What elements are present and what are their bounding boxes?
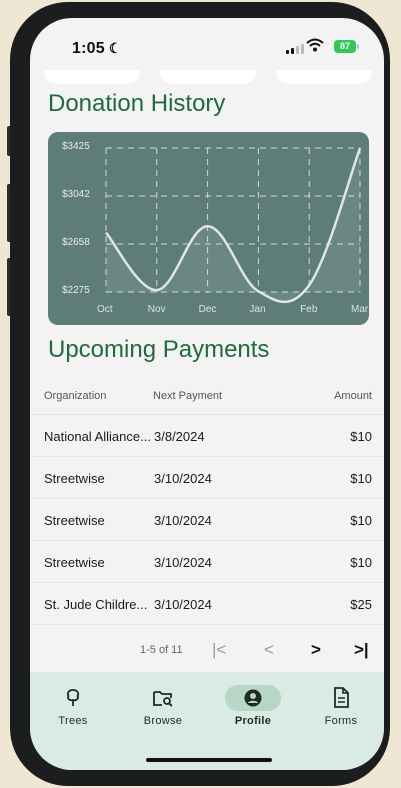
active-indicator [225, 685, 281, 711]
x-tick-label: Mar [351, 304, 369, 315]
battery-level: 87 [339, 41, 350, 51]
summary-cards [30, 70, 384, 88]
nav-browse[interactable]: Browse [128, 684, 198, 727]
status-bar: 1:05 ☾ 87 [30, 18, 384, 74]
y-tick-label: $3042 [62, 189, 90, 200]
cell-amount: $10 [350, 555, 372, 570]
first-page-button[interactable]: |< [212, 640, 226, 660]
column-amount: Amount [334, 390, 372, 402]
cell-date: 3/10/2024 [154, 597, 212, 612]
donation-history-title: Donation History [48, 90, 226, 117]
last-page-button[interactable]: >| [354, 640, 369, 660]
cell-date: 3/10/2024 [154, 555, 212, 570]
cell-amount: $10 [350, 513, 372, 528]
column-next-payment: Next Payment [153, 390, 223, 402]
cell-amount: $25 [350, 597, 372, 612]
nav-label: Forms [324, 715, 358, 727]
cell-date: 3/10/2024 [154, 513, 212, 528]
y-tick-label: $2658 [62, 237, 90, 248]
nav-forms[interactable]: Forms [306, 684, 376, 727]
table-row[interactable]: Streetwise 3/10/2024 $10 [30, 498, 384, 541]
x-tick-label: Feb [300, 304, 318, 315]
home-indicator [146, 758, 272, 762]
nav-label: Browse [143, 715, 183, 727]
tree-icon [66, 689, 80, 706]
column-organization: Organization [44, 390, 107, 402]
summary-card[interactable] [44, 70, 140, 84]
app-screen: 1:05 ☾ 87 Donation History $3425 $3042 $265… [30, 18, 384, 770]
table-row[interactable]: Streetwise 3/10/2024 $10 [30, 456, 384, 499]
chart-plot [105, 147, 362, 304]
x-tick-label: Jan [249, 304, 266, 315]
summary-card[interactable] [160, 70, 256, 84]
donation-history-chart: $3425 $3042 $2658 $2275 Oct Nov Dec Jan Feb Mar [48, 132, 369, 325]
pagination-info: 1-5 of 11 [140, 644, 183, 656]
x-tick-label: Dec [198, 304, 217, 315]
cell-amount: $10 [350, 429, 372, 444]
pagination: 1-5 of 11 |< < > >| [30, 640, 384, 668]
cell-date: 3/8/2024 [154, 429, 205, 444]
previous-page-button[interactable]: < [264, 640, 274, 660]
table-header: Organization Next Payment Amount [30, 378, 384, 415]
y-tick-label: $3425 [62, 141, 90, 152]
next-page-button[interactable]: > [311, 640, 321, 660]
nav-label: Profile [234, 715, 272, 727]
cell-organization: Streetwise [44, 555, 105, 570]
series-area [106, 148, 360, 302]
status-time: 1:05 ☾ [72, 40, 122, 57]
summary-card[interactable] [276, 70, 372, 84]
cell-organization: Streetwise [44, 513, 105, 528]
browse-icon [153, 691, 173, 707]
bottom-nav: Trees Browse Profile Forms [30, 672, 384, 770]
cell-amount: $10 [350, 471, 372, 486]
cell-organization: National Alliance... [44, 429, 151, 444]
signal-icon [286, 44, 304, 54]
moon-icon: ☾ [108, 40, 122, 56]
x-tick-label: Nov [147, 304, 166, 315]
cell-organization: Streetwise [44, 471, 105, 486]
battery-icon: 87 [334, 40, 359, 53]
upcoming-payments-title: Upcoming Payments [48, 336, 270, 363]
x-tick-label: Oct [97, 304, 113, 315]
wifi-icon [306, 38, 324, 52]
y-tick-label: $2275 [62, 285, 90, 296]
table-row[interactable]: National Alliance... 3/8/2024 $10 [30, 414, 384, 457]
forms-icon [334, 687, 349, 708]
cell-date: 3/10/2024 [154, 471, 212, 486]
nav-profile[interactable]: Profile [218, 684, 288, 727]
table-row[interactable]: Streetwise 3/10/2024 $10 [30, 540, 384, 583]
cell-organization: St. Jude Childre... [44, 597, 148, 612]
profile-icon [244, 689, 262, 707]
nav-trees[interactable]: Trees [38, 684, 108, 727]
nav-label: Trees [58, 715, 88, 727]
table-row[interactable]: St. Jude Childre... 3/10/2024 $25 [30, 582, 384, 625]
